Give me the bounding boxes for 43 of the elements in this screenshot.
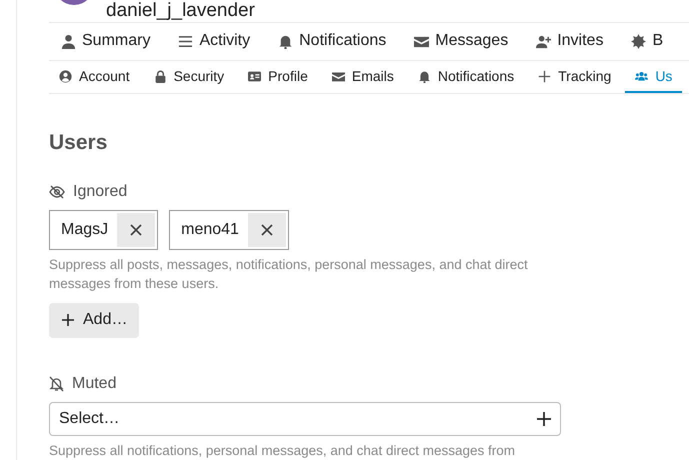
settings-tab[interactable]: Account [49,60,140,94]
section-title: Users [49,130,108,156]
close-icon [130,224,142,236]
nav-tab[interactable]: Summary [61,29,150,54]
plus-icon [537,412,551,426]
list-icon [178,34,194,49]
eye-slash-icon [49,185,65,200]
id-card-icon [248,70,262,83]
settings-tab[interactable]: Emails [322,60,404,94]
bell-icon [278,34,294,49]
settings-tab[interactable]: Us [625,60,682,94]
settings-tab[interactable]: Notifications [408,60,524,94]
plus-icon [61,313,75,328]
nav-tab[interactable]: Activity [178,29,250,54]
nav-tab[interactable]: Messages [414,29,508,54]
add-button[interactable]: Add… [49,303,140,338]
settings-tab[interactable]: Profile [238,60,318,94]
users-icon [635,70,648,83]
plus-icon [538,70,552,83]
nav-tab[interactable]: Invites [536,29,604,54]
user-plus-icon [536,34,552,49]
remove-button[interactable] [248,213,286,248]
gear-icon [631,34,646,49]
username-text: meno41 [180,220,240,240]
settings-tab[interactable]: Tracking [528,60,622,94]
nav-tab[interactable]: B [631,29,664,54]
username-text: MagsJ [60,220,110,240]
envelope-icon [332,70,345,83]
field-label: Ignored [73,182,128,202]
username: daniel_j_lavender [106,1,255,21]
lock-icon [154,70,167,83]
remove-button[interactable] [117,213,156,248]
user-icon [61,34,76,49]
help-text: Suppress all posts, messages, notifications, personal messages, and chat direct messages from these users. [49,256,529,294]
user-select-field[interactable]: Select… [49,402,561,436]
nav-tab[interactable]: Notifications [278,29,386,54]
close-icon [260,224,273,236]
settings-tab[interactable]: Security [144,60,234,94]
user-circle-icon [59,70,72,83]
field-label: Muted [72,374,116,394]
bell-slash-icon [49,376,64,392]
bell-icon [418,70,431,83]
help-text: Suppress all notifications, personal messages, and chat direct messages from [49,442,516,460]
